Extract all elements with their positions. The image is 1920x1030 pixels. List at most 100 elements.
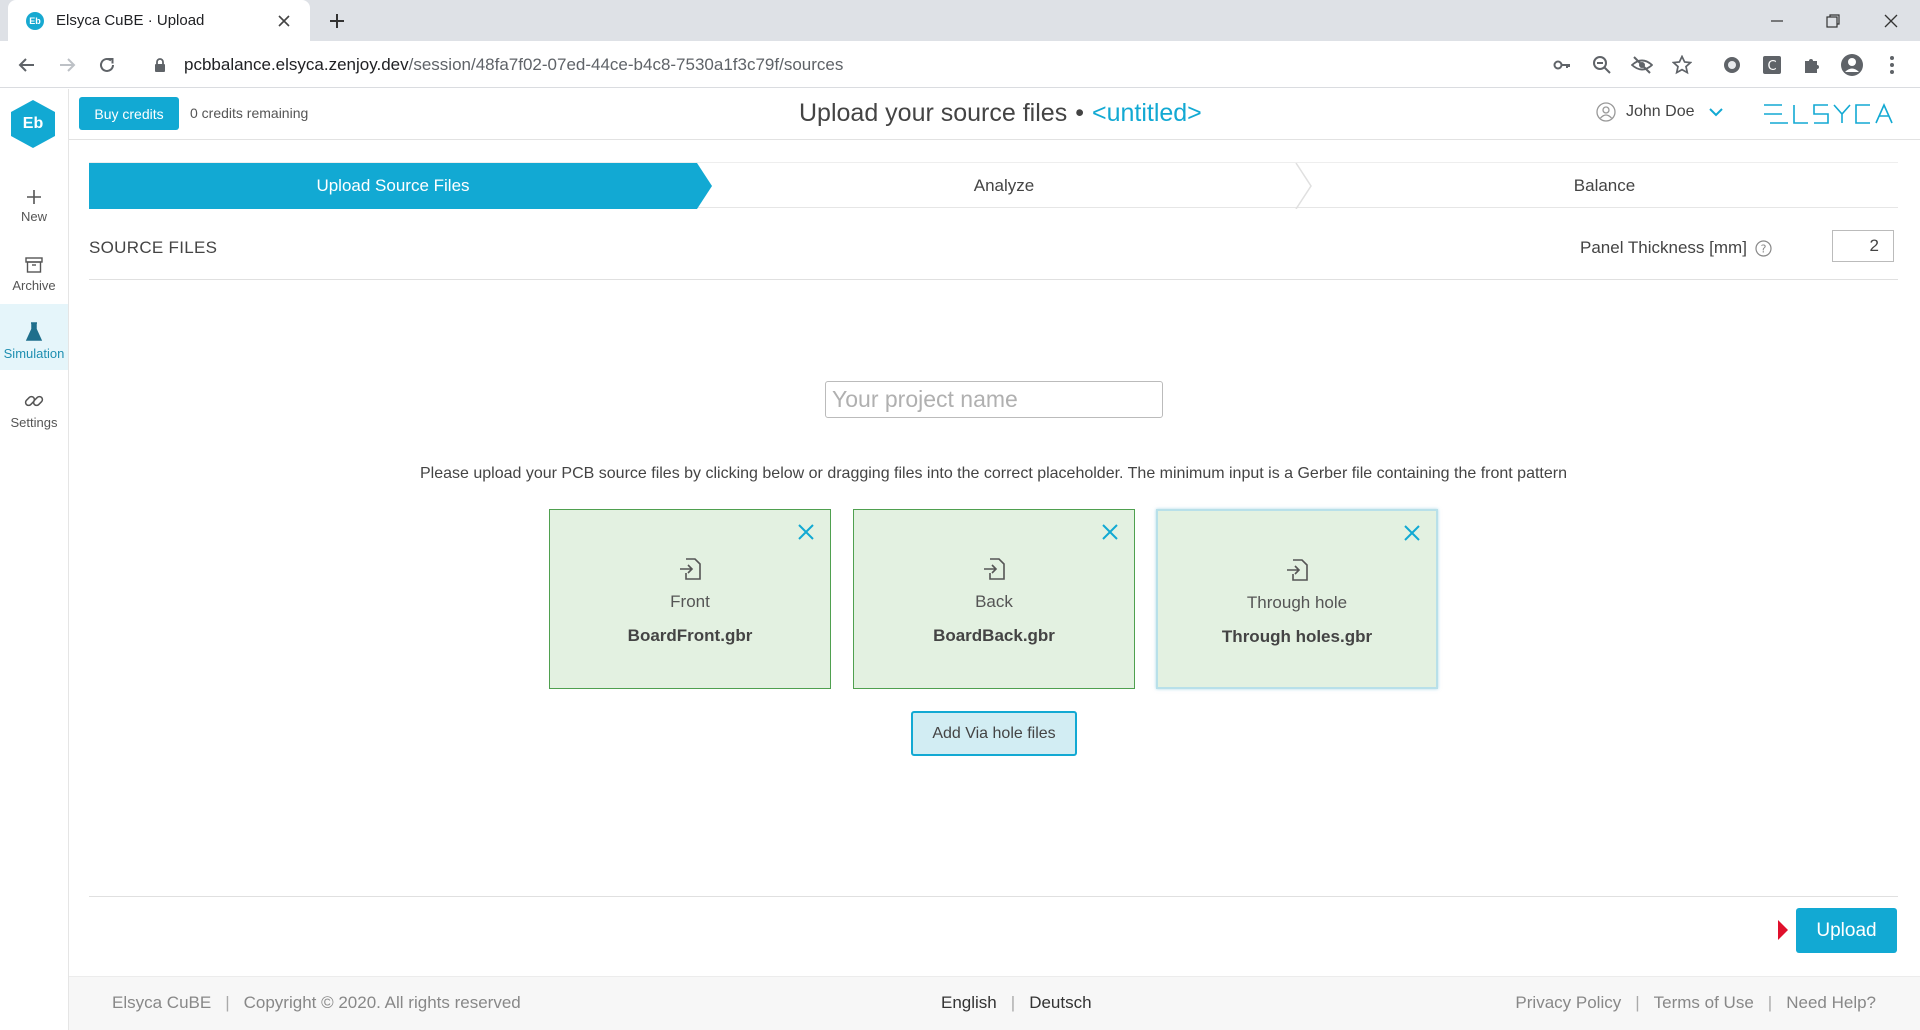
file-slot-back[interactable]: Back BoardBack.gbr [853,509,1135,689]
url-path: /session/48fa7f02-07ed-44ce-b4c8-7530a1f… [408,54,844,74]
minimize-icon[interactable] [1754,0,1800,41]
eye-off-icon[interactable] [1630,53,1654,77]
panel-thickness-label: Panel Thickness [mm] ? [1580,238,1772,258]
svg-text:C: C [1767,59,1776,74]
file-name: BoardFront.gbr [627,626,753,645]
remove-file-icon[interactable] [1098,520,1122,544]
favicon-icon: Eb [26,11,44,30]
credits-remaining: 0 credits remaining [190,105,309,121]
address-bar[interactable]: pcbbalance.elsyca.zenjoy.dev/session/48f… [140,47,1730,82]
footer-app-name: Elsyca CuBE [112,993,212,1012]
file-name: BoardBack.gbr [933,626,1055,645]
remove-file-icon[interactable] [794,520,818,544]
step-balance[interactable]: Balance [1311,163,1898,209]
window-close-icon[interactable] [1868,0,1914,41]
page-title: Upload your source files • <untitled> [799,99,1202,128]
user-icon [1596,102,1616,122]
restore-icon[interactable] [1810,0,1856,41]
profile-icon[interactable] [1840,53,1864,77]
chevron-down-icon [1708,108,1723,117]
file-import-icon [680,558,701,580]
star-icon[interactable] [1670,53,1694,77]
plus-icon [26,177,42,205]
key-icon[interactable] [1550,53,1574,77]
browser-tab-bar: Eb Elsyca CuBE · Upload [0,0,1920,41]
footer-copyright: Copyright © 2020. All rights reserved [243,993,521,1012]
footer-separator: | [1010,993,1016,1012]
extension-c-icon[interactable]: C [1760,53,1784,77]
language-deutsch[interactable]: Deutsch [1029,993,1091,1013]
back-icon[interactable] [11,49,43,81]
browser-tab[interactable]: Eb Elsyca CuBE · Upload [8,0,310,41]
help-icon[interactable]: ? [1755,239,1772,257]
user-menu[interactable]: John Doe [1596,102,1723,122]
side-nav: Eb New Archive Simulation Settings [0,89,69,1030]
header-divider [89,279,1898,280]
url-host: pcbbalance.elsyca.zenjoy.dev [184,54,409,74]
file-slot-front[interactable]: Front BoardFront.gbr [549,509,831,689]
nav-item-settings[interactable]: Settings [0,373,68,439]
panel-thickness-input[interactable] [1832,230,1894,262]
menu-dots-icon[interactable] [1880,53,1904,77]
app-header: Buy credits 0 credits remaining Upload y… [69,89,1920,140]
app: Eb New Archive Simulation Settings Buy c… [0,89,1920,1030]
nav-label-simulation: Simulation [3,345,65,361]
project-status[interactable]: <untitled> [1092,99,1202,127]
need-help-link[interactable]: Need Help? [1786,993,1876,1013]
footer-separator: | [225,993,230,1012]
file-import-icon [984,558,1005,580]
puzzle-icon[interactable] [1800,53,1824,77]
file-slot-through-hole[interactable]: Through hole Through holes.gbr [1156,509,1438,689]
app-logo-text: Eb [22,115,44,132]
bottom-divider [89,896,1898,897]
terms-of-use-link[interactable]: Terms of Use [1654,993,1754,1013]
file-name: Through holes.gbr [1221,627,1373,646]
archive-icon [25,246,43,274]
browser-toolbar: pcbbalance.elsyca.zenjoy.dev/session/48f… [0,41,1920,88]
file-type-label: Back [975,592,1013,611]
footer-links: Privacy Policy | Terms of Use | Need Hel… [1515,993,1876,1013]
tab-title: Elsyca CuBE · Upload [56,12,205,29]
forward-icon[interactable] [51,49,83,81]
project-name-input[interactable] [825,381,1163,418]
page-title-text: Upload your source files [799,99,1068,127]
panel-thickness-text: Panel Thickness [mm] [1580,238,1747,257]
nav-label-new: New [20,208,47,224]
elsyca-logo [1764,103,1893,124]
progress-stepper: Upload Source Files Analyze Balance [89,162,1898,209]
close-tab-icon[interactable] [272,9,296,33]
link-icon [24,383,44,411]
language-english[interactable]: English [941,993,997,1013]
upload-instructions: Please upload your PCB source files by c… [420,465,1567,482]
step-analyze[interactable]: Analyze [712,163,1296,209]
privacy-policy-link[interactable]: Privacy Policy [1515,993,1621,1013]
file-type-label: Front [670,592,710,611]
footer-left: Elsyca CuBE | Copyright © 2020. All righ… [112,993,521,1013]
buy-credits-button[interactable]: Buy credits [79,97,179,130]
add-via-hole-button[interactable]: Add Via hole files [911,711,1077,756]
file-import-icon [1287,559,1308,581]
nav-item-archive[interactable]: Archive [0,236,68,302]
user-name: John Doe [1626,103,1695,120]
app-logo[interactable]: Eb [10,99,56,149]
upload-button[interactable]: Upload [1796,908,1897,953]
footer: Elsyca CuBE | Copyright © 2020. All righ… [69,976,1920,1030]
arrow-right-icon [1778,920,1788,940]
zoom-icon[interactable] [1590,53,1614,77]
remove-file-icon[interactable] [1400,521,1424,545]
footer-separator: | [1767,993,1773,1012]
footer-separator: | [1635,993,1640,1012]
nav-item-simulation[interactable]: Simulation [0,304,68,370]
file-type-label: Through hole [1246,593,1348,612]
lock-icon [155,57,165,72]
flask-icon [25,314,43,342]
step-upload[interactable]: Upload Source Files [89,163,697,209]
new-tab-icon[interactable] [322,6,352,36]
extension-circle-icon[interactable] [1720,53,1744,77]
url-text: pcbbalance.elsyca.zenjoy.dev/session/48f… [184,55,843,75]
title-separator: • [1075,99,1084,127]
reload-icon[interactable] [91,49,123,81]
language-switcher: English | Deutsch [941,993,1092,1013]
nav-item-new[interactable]: New [0,167,68,233]
section-title: SOURCE FILES [89,238,218,257]
